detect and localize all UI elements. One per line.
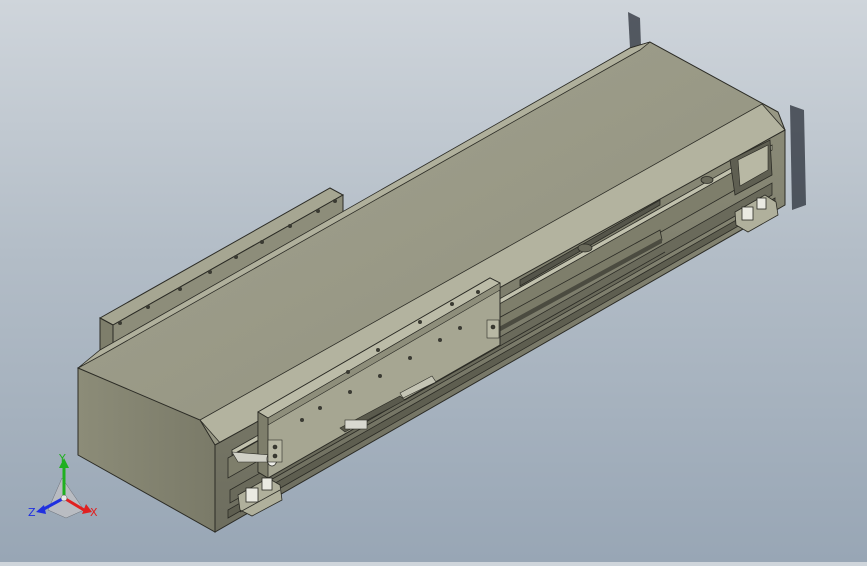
cad-viewport[interactable]: Y X Z	[0, 0, 867, 562]
coordinate-triad[interactable]: Y X Z	[28, 452, 98, 519]
shadow-right	[790, 105, 806, 210]
shadow-top	[628, 12, 641, 48]
y-axis-label: Y	[58, 452, 66, 465]
z-axis-label: Z	[28, 506, 36, 519]
linear-actuator-model[interactable]: Y X Z	[0, 0, 867, 562]
x-axis-label: X	[90, 506, 98, 519]
carriage-pin	[344, 419, 368, 430]
